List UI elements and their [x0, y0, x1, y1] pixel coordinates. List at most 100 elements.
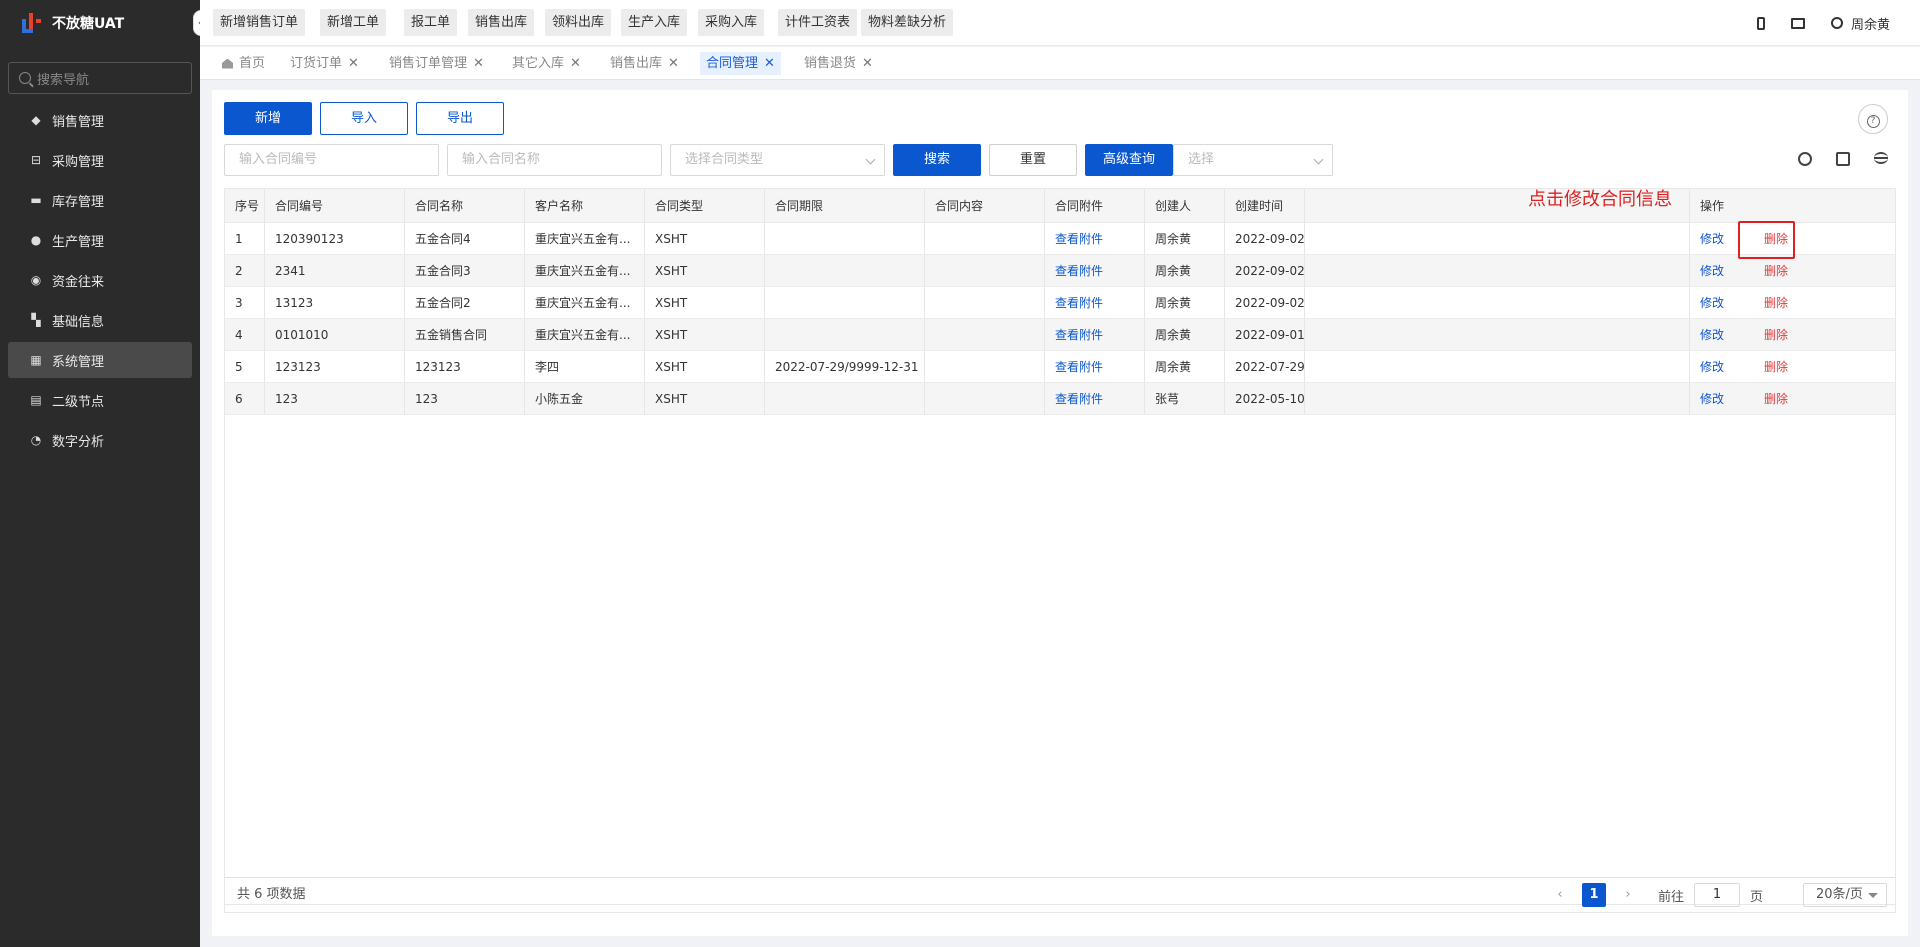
view-attachment-link[interactable]: 查看附件: [1045, 287, 1145, 318]
page-size-select[interactable]: 20条/页: [1803, 883, 1887, 907]
table-cell: [925, 255, 1045, 286]
table-row: 1 120390123 五金合同4 重庆宜兴五金有... XSHT 查看附件 周余黄 2022…: [225, 223, 1895, 255]
quick-button-7[interactable]: 计件工资表: [778, 9, 858, 36]
edit-button[interactable]: 修改: [1700, 360, 1724, 374]
table-cell: [1305, 351, 1690, 382]
quick-button-0[interactable]: 新增销售订单: [213, 9, 306, 36]
quick-button-4[interactable]: 领料出库: [545, 9, 612, 36]
reset-button[interactable]: 重置: [989, 144, 1077, 176]
delete-button[interactable]: 删除: [1764, 264, 1788, 278]
quick-button-2[interactable]: 报工单: [404, 9, 458, 36]
table-cell: 5: [225, 351, 265, 382]
sidebar-item-3[interactable]: ● 生产管理: [8, 222, 192, 258]
column-settings-icon[interactable]: [1874, 152, 1888, 164]
chevron-down-icon: [865, 154, 876, 165]
view-attachment-link[interactable]: 查看附件: [1045, 255, 1145, 286]
edit-button[interactable]: 修改: [1700, 392, 1724, 406]
screen-icon[interactable]: [1790, 17, 1805, 29]
user-name: 周余黄: [1850, 17, 1890, 33]
refresh-icon[interactable]: [1798, 152, 1812, 166]
sidebar-item-label: 库存管理: [52, 194, 105, 210]
sidebar-search-input[interactable]: 搜索导航: [8, 62, 192, 94]
close-icon[interactable]: ✕: [862, 52, 873, 75]
import-button[interactable]: 导入: [320, 102, 408, 135]
table-cell: 五金合同2: [405, 287, 525, 318]
quick-button-5[interactable]: 生产入库: [621, 9, 688, 36]
sidebar-item-4[interactable]: ◉ 资金往来: [8, 262, 192, 298]
user-menu[interactable]: 周余黄: [1830, 14, 1890, 33]
tab-3[interactable]: 其它入库 ✕: [506, 52, 587, 75]
delete-button[interactable]: 删除: [1764, 328, 1788, 342]
sidebar-item-6[interactable]: ▦ 系统管理: [8, 342, 192, 378]
close-icon[interactable]: ✕: [764, 52, 775, 75]
app-logo[interactable]: 不放糖UAT: [0, 0, 200, 46]
page-1-button[interactable]: 1: [1581, 883, 1606, 907]
view-attachment-link[interactable]: 查看附件: [1045, 223, 1145, 254]
quick-button-8[interactable]: 物料差缺分析: [861, 9, 954, 36]
tab-2[interactable]: 销售订单管理 ✕: [383, 52, 490, 75]
column-header-8: 创建人: [1145, 189, 1225, 222]
chevron-down-icon: [1313, 154, 1324, 165]
top-bar: 新增销售订单 新增工单 报工单 销售出库 领料出库 生产入库 采购入库 计件工资表 物料差缺分析…: [200, 0, 1920, 46]
advanced-query-button[interactable]: 高级查询: [1085, 144, 1173, 176]
close-icon[interactable]: ✕: [348, 52, 359, 75]
sidebar-item-7[interactable]: ▤ 二级节点: [8, 382, 192, 418]
contract-name-input[interactable]: 输入合同名称: [447, 144, 662, 176]
close-icon[interactable]: ✕: [570, 52, 581, 75]
help-icon: ?: [1866, 115, 1880, 128]
contract-no-input[interactable]: 输入合同编号: [224, 144, 439, 176]
tab-4[interactable]: 销售出库 ✕: [604, 52, 685, 75]
add-button[interactable]: 新增: [224, 102, 312, 135]
export-button[interactable]: 导出: [416, 102, 504, 135]
search-icon: [19, 72, 31, 84]
view-attachment-link[interactable]: 查看附件: [1045, 383, 1145, 414]
goto-page-input[interactable]: 1: [1693, 883, 1740, 907]
prev-page-button[interactable]: ‹: [1548, 883, 1572, 907]
column-header-2: 合同名称: [405, 189, 525, 222]
table-row: 6123123小陈五金XSHT查看附件张芎2022-05-10 11:1...修…: [225, 383, 1895, 415]
table-cell: 张芎: [1145, 383, 1225, 414]
table-cell: 李四: [525, 351, 645, 382]
table-cell: [1305, 223, 1690, 254]
search-button[interactable]: 搜索: [893, 144, 981, 176]
quick-button-3[interactable]: 销售出库: [468, 9, 535, 36]
sidebar-item-5[interactable]: ▚ 基础信息: [8, 302, 192, 338]
tab-label: 销售出库: [610, 56, 663, 71]
close-icon[interactable]: ✕: [668, 52, 679, 75]
tab-6[interactable]: 销售退货 ✕: [798, 52, 879, 75]
quick-button-6[interactable]: 采购入库: [698, 9, 765, 36]
tab-0[interactable]: 首页: [216, 52, 271, 75]
view-attachment-link[interactable]: 查看附件: [1045, 351, 1145, 382]
column-header-6: 合同内容: [925, 189, 1045, 222]
column-header-3: 客户名称: [525, 189, 645, 222]
inventory-icon: ▬: [30, 193, 42, 207]
table-cell: 周余黄: [1145, 287, 1225, 318]
goto-label: 前往: [1657, 889, 1684, 905]
density-icon[interactable]: [1836, 152, 1850, 166]
close-icon[interactable]: ✕: [473, 52, 484, 75]
sidebar-item-0[interactable]: ◆ 销售管理: [8, 102, 192, 138]
delete-button[interactable]: 删除: [1764, 360, 1788, 374]
tab-1[interactable]: 订货订单 ✕: [284, 52, 365, 75]
next-page-button[interactable]: ›: [1616, 883, 1640, 907]
quick-button-1[interactable]: 新增工单: [320, 9, 387, 36]
edit-button[interactable]: 修改: [1700, 328, 1724, 342]
view-attachment-link[interactable]: 查看附件: [1045, 319, 1145, 350]
column-header-11: 操作: [1700, 199, 1725, 213]
sidebar-item-1[interactable]: ⊟ 采购管理: [8, 142, 192, 178]
edit-button[interactable]: 修改: [1700, 264, 1724, 278]
sidebar-item-2[interactable]: ▬ 库存管理: [8, 182, 192, 218]
sidebar-item-8[interactable]: ◔ 数字分析: [8, 422, 192, 458]
table-cell: 120390123: [265, 223, 405, 254]
delete-button[interactable]: 删除: [1764, 392, 1788, 406]
edit-button[interactable]: 修改: [1700, 296, 1724, 310]
help-button[interactable]: ?: [1858, 104, 1888, 134]
delete-button[interactable]: 删除: [1764, 296, 1788, 310]
contract-type-select[interactable]: 选择合同类型: [670, 144, 885, 176]
table-cell: [1305, 383, 1690, 414]
mobile-icon[interactable]: [1756, 16, 1765, 30]
tab-5[interactable]: 合同管理 ✕: [700, 52, 781, 75]
edit-button[interactable]: 修改: [1700, 232, 1724, 246]
production-icon: ●: [30, 233, 42, 247]
advanced-select[interactable]: 选择: [1173, 144, 1333, 176]
